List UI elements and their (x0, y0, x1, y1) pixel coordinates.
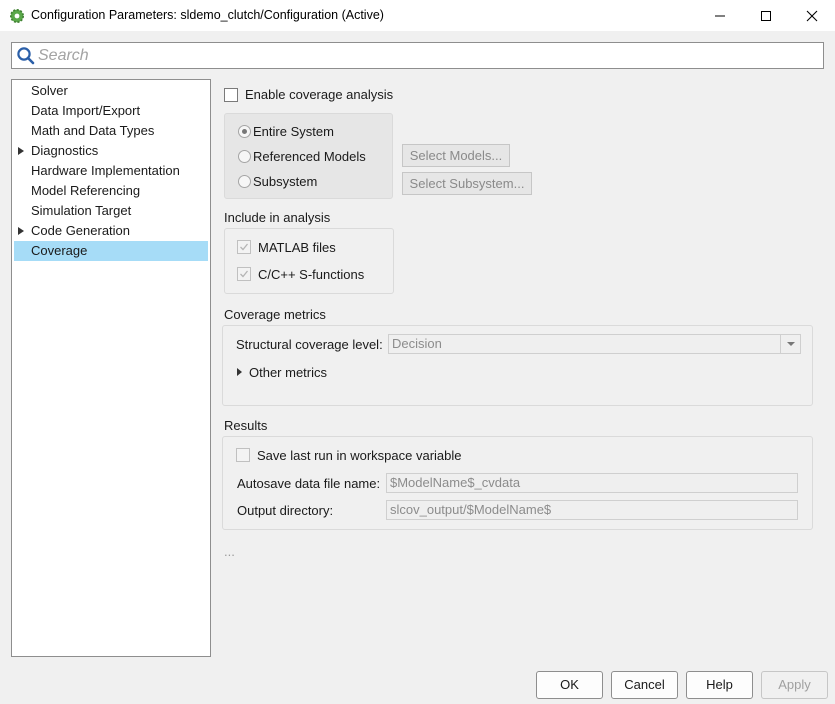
radio-subsystem-label: Subsystem (253, 174, 318, 189)
sfunctions-label: C/C++ S-functions (258, 267, 365, 282)
matlab-files-checkbox[interactable] (237, 240, 251, 254)
nav-item-data-import-export[interactable]: Data Import/Export (14, 101, 208, 121)
maximize-icon (761, 11, 771, 21)
title-bar: Configuration Parameters: sldemo_clutch/… (0, 0, 835, 32)
search-icon (17, 47, 35, 65)
enable-coverage-checkbox[interactable] (224, 88, 238, 102)
other-metrics-toggle[interactable]: Other metrics (249, 365, 327, 380)
window-title: Configuration Parameters: sldemo_clutch/… (31, 8, 384, 22)
output-directory-field[interactable]: slcov_output/$ModelName$ (386, 500, 798, 520)
nav-item-label: Model Referencing (31, 183, 141, 198)
nav-item-simulation-target[interactable]: Simulation Target (14, 201, 208, 221)
nav-item-solver[interactable]: Solver (14, 81, 208, 101)
checkmark-icon (240, 270, 249, 278)
coverage-panel: Enable coverage analysis Entire System R… (211, 79, 835, 664)
minimize-icon (715, 15, 725, 17)
nav-item-diagnostics[interactable]: Diagnostics (14, 141, 208, 161)
nav-item-label: Solver (31, 83, 68, 98)
save-last-run-checkbox[interactable] (236, 448, 250, 462)
sfunctions-checkbox[interactable] (237, 267, 251, 281)
nav-item-label: Diagnostics (31, 143, 99, 158)
radio-subsystem[interactable] (238, 175, 251, 188)
checkmark-icon (240, 243, 249, 251)
nav-item-label: Hardware Implementation (31, 163, 180, 178)
structural-coverage-combobox[interactable]: Decision (388, 334, 801, 354)
nav-item-label: Code Generation (31, 223, 131, 238)
help-button[interactable]: Help (686, 671, 753, 699)
search-input[interactable] (38, 43, 818, 68)
radio-entire-system[interactable] (238, 125, 251, 138)
include-group (224, 228, 394, 294)
expand-arrow-icon[interactable] (18, 147, 24, 155)
coverage-metrics-title: Coverage metrics (224, 307, 326, 322)
nav-item-hardware-implementation[interactable]: Hardware Implementation (14, 161, 208, 181)
maximize-button[interactable] (743, 0, 789, 32)
close-icon (806, 10, 818, 22)
select-subsystem-button[interactable]: Select Subsystem... (402, 172, 532, 195)
nav-item-coverage[interactable]: Coverage (14, 241, 208, 261)
apply-button[interactable]: Apply (761, 671, 828, 699)
structural-coverage-label: Structural coverage level: (236, 337, 383, 352)
cancel-button[interactable]: Cancel (611, 671, 678, 699)
nav-item-label: Data Import/Export (31, 103, 141, 118)
nav-item-label: Simulation Target (31, 203, 132, 218)
save-last-run-label: Save last run in workspace variable (257, 448, 462, 463)
radio-referenced-models[interactable] (238, 150, 251, 163)
structural-coverage-value: Decision (392, 336, 442, 351)
radio-entire-system-label: Entire System (253, 124, 334, 139)
nav-item-label: Math and Data Types (31, 123, 155, 138)
results-title: Results (224, 418, 268, 433)
more-ellipsis: ... (224, 544, 235, 559)
matlab-files-label: MATLAB files (258, 240, 336, 255)
nav-item-model-referencing[interactable]: Model Referencing (14, 181, 208, 201)
output-directory-label: Output directory: (237, 503, 334, 518)
ok-button[interactable]: OK (536, 671, 603, 699)
autosave-file-name-label: Autosave data file name: (237, 476, 381, 491)
simulink-gear-icon (10, 9, 24, 23)
expand-arrow-icon[interactable] (18, 227, 24, 235)
expand-arrow-icon[interactable] (237, 368, 242, 376)
search-box[interactable] (11, 42, 824, 69)
category-tree: Solver Data Import/Export Math and Data … (11, 79, 211, 657)
minimize-button[interactable] (697, 0, 743, 32)
include-in-analysis-title: Include in analysis (224, 210, 331, 225)
select-models-button[interactable]: Select Models... (402, 144, 510, 167)
close-button[interactable] (789, 0, 835, 32)
nav-item-code-generation[interactable]: Code Generation (14, 221, 208, 241)
nav-item-label: Coverage (31, 243, 88, 258)
enable-coverage-label: Enable coverage analysis (245, 87, 394, 102)
autosave-file-name-field[interactable]: $ModelName$_cvdata (386, 473, 798, 493)
nav-item-math-and-data-types[interactable]: Math and Data Types (14, 121, 208, 141)
dropdown-arrow-icon[interactable] (780, 335, 800, 353)
radio-referenced-models-label: Referenced Models (253, 149, 366, 164)
